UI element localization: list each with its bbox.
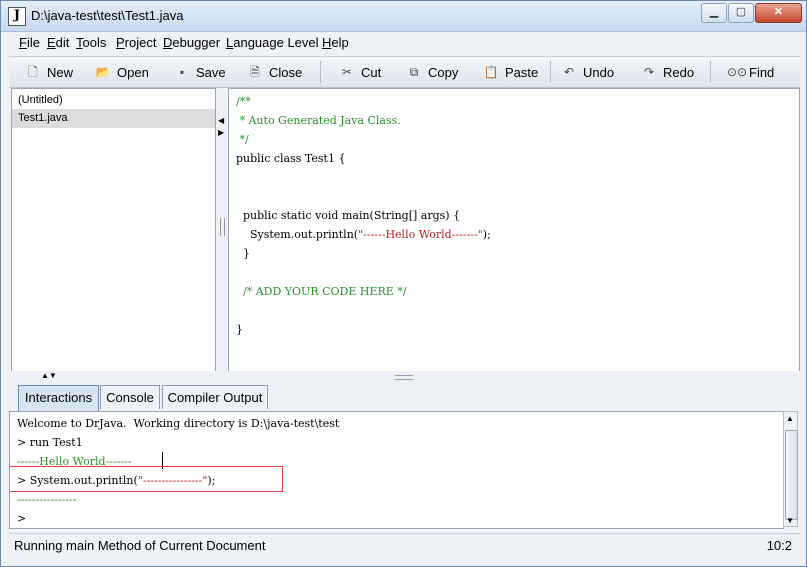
- menu-file[interactable]: File: [19, 35, 40, 50]
- scrollbar-thumb[interactable]: [785, 430, 798, 520]
- open-button[interactable]: 📂 Open: [95, 63, 149, 81]
- toolbar: 🗋 New 📂 Open ▪ Save 🗎 Close ✂ Cut ⧉ Copy 📋 Past…: [9, 56, 800, 88]
- drjava-window: J D:\java-test\test\Test1.java ▁ ▢ ✕ Fil…: [0, 0, 807, 567]
- splitter-grip[interactable]: [395, 375, 413, 380]
- clipboard-icon: 📋: [483, 65, 499, 79]
- status-bar: Running main Method of Current Document …: [9, 533, 800, 558]
- menu-bar: File Edit Tools Project Debugger Languag…: [9, 32, 800, 54]
- code-line: /* ADD YOUR CODE HERE */: [236, 285, 407, 298]
- maximize-button[interactable]: ▢: [728, 3, 754, 23]
- status-message: Running main Method of Current Document: [14, 538, 266, 553]
- copy-button[interactable]: ⧉ Copy: [406, 63, 459, 81]
- scroll-down-arrow-icon[interactable]: ▼: [786, 516, 794, 525]
- console-line: > run Test1: [17, 436, 83, 449]
- title-bar[interactable]: J D:\java-test\test\Test1.java ▁ ▢ ✕: [1, 1, 806, 32]
- close-file-icon: 🗎: [250, 65, 260, 79]
- toolbar-separator: [550, 61, 551, 83]
- open-folder-icon: 📂: [95, 65, 111, 79]
- console-prompt[interactable]: >: [17, 510, 26, 528]
- code-line: /**: [236, 95, 251, 108]
- console-line: Welcome to DrJava. Working directory is …: [17, 417, 340, 430]
- menu-edit[interactable]: Edit: [47, 35, 69, 50]
- splitter-grip[interactable]: [220, 218, 225, 236]
- scissors-icon: ✂: [341, 65, 353, 79]
- undo-button[interactable]: ↶ Undo: [561, 63, 614, 81]
- tab-interactions[interactable]: Interactions: [18, 385, 99, 411]
- scroll-up-arrow-icon[interactable]: ▲: [786, 414, 794, 423]
- code-line: public static void main(String[] args) {: [236, 209, 461, 222]
- vertical-splitter[interactable]: ◀ ▶: [216, 88, 227, 370]
- redo-arrow-icon: ↷: [643, 65, 655, 79]
- code-line: }: [236, 323, 243, 336]
- minimize-button[interactable]: ▁: [701, 3, 727, 23]
- document-item-test1[interactable]: Test1.java: [12, 109, 215, 128]
- save-disk-icon: ▪: [179, 65, 185, 79]
- console-line: > System.out.println("----------------")…: [17, 474, 216, 487]
- interactions-pane[interactable]: Welcome to DrJava. Working directory is …: [9, 411, 784, 529]
- open-documents-list: (Untitled) Test1.java: [11, 88, 216, 372]
- menu-tools[interactable]: Tools: [76, 35, 106, 50]
- close-file-button[interactable]: 🗎 Close: [247, 63, 302, 81]
- toolbar-separator: [710, 61, 711, 83]
- redo-button[interactable]: ↷ Redo: [641, 63, 694, 81]
- collapse-left-arrow-icon[interactable]: ◀: [218, 116, 224, 125]
- drjava-app-icon: J: [8, 7, 26, 26]
- tab-console[interactable]: Console: [100, 385, 160, 409]
- toolbar-separator: [320, 61, 321, 83]
- find-button[interactable]: ⊙⊙ Find: [727, 63, 774, 81]
- binoculars-icon: ⊙⊙: [727, 65, 748, 79]
- save-button[interactable]: ▪ Save: [174, 63, 226, 81]
- code-line: */: [236, 133, 249, 146]
- new-file-icon: 🗋: [28, 65, 38, 79]
- expand-right-arrow-icon[interactable]: ▶: [218, 128, 224, 137]
- code-editor[interactable]: /** * Auto Generated Java Class. */ publ…: [228, 88, 800, 372]
- window-title: D:\java-test\test\Test1.java: [31, 8, 184, 23]
- menu-help[interactable]: Help: [322, 35, 349, 50]
- console-scrollbar[interactable]: ▲ ▼: [783, 411, 798, 527]
- console-line: ----------------: [17, 493, 77, 506]
- cut-button[interactable]: ✂ Cut: [339, 63, 381, 81]
- document-item-untitled[interactable]: (Untitled): [12, 91, 215, 110]
- code-line: public class Test1 {: [236, 152, 346, 165]
- code-line: System.out.println("------Hello World---…: [236, 228, 491, 241]
- copy-icon: ⧉: [409, 65, 419, 79]
- menu-debugger[interactable]: Debugger: [163, 35, 220, 50]
- code-line: }: [236, 247, 250, 260]
- menu-project[interactable]: Project: [116, 35, 156, 50]
- new-button[interactable]: 🗋 New: [25, 63, 73, 81]
- cursor-position: 10:2: [766, 538, 792, 553]
- close-window-button[interactable]: ✕: [755, 3, 802, 23]
- undo-arrow-icon: ↶: [563, 65, 575, 79]
- code-line: * Auto Generated Java Class.: [236, 114, 401, 127]
- tab-compiler-output[interactable]: Compiler Output: [162, 385, 268, 409]
- menu-language-level[interactable]: Language Level: [226, 35, 319, 50]
- horizontal-splitter[interactable]: ▲▼: [9, 371, 800, 383]
- collapse-up-arrow-icon[interactable]: ▲▼: [41, 371, 57, 380]
- paste-button[interactable]: 📋 Paste: [483, 63, 539, 81]
